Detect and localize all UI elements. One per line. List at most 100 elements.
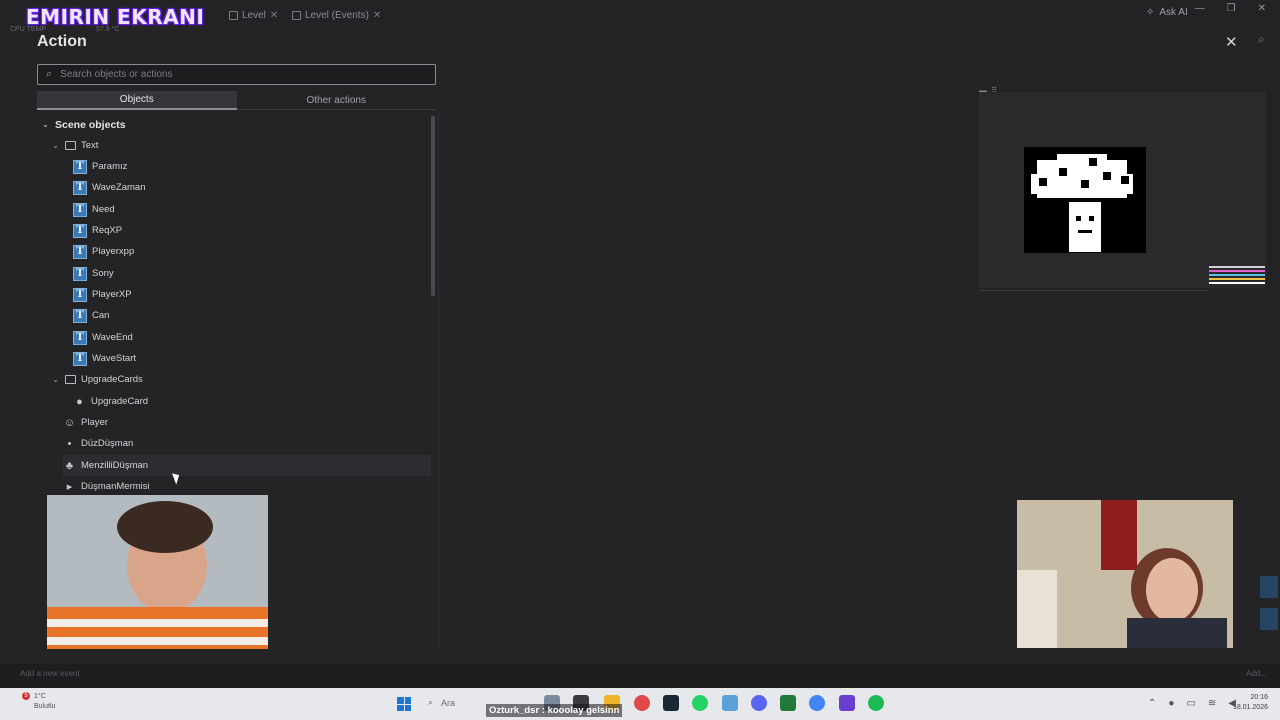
tab-objects[interactable]: Objects: [37, 91, 237, 110]
maximize-icon[interactable]: ❐: [1227, 3, 1236, 14]
tree-item[interactable]: ▸ DüşmanMermisi: [63, 476, 431, 497]
tree-root-scene-objects[interactable]: ⌄ Scene objects: [41, 114, 431, 135]
tree-item-label: Playerxpp: [92, 246, 135, 257]
app-icon[interactable]: [634, 695, 650, 711]
tab-other-actions[interactable]: Other actions: [236, 91, 436, 110]
microphone-icon[interactable]: ●: [1168, 698, 1174, 709]
tree-item-label: WaveZaman: [92, 182, 146, 193]
minimize-icon[interactable]: —: [1195, 3, 1205, 14]
window-controls: — ❐ ✕: [1195, 3, 1266, 14]
chrome-icon[interactable]: [809, 695, 825, 711]
add-hint[interactable]: Add...: [1246, 669, 1267, 678]
app-icon[interactable]: [722, 695, 738, 711]
tree-item[interactable]: ● UpgradeCard: [73, 391, 431, 412]
app-icon[interactable]: [780, 695, 796, 711]
add-event-hint[interactable]: Add a new event: [20, 669, 80, 678]
search-icon[interactable]: ⌕: [1258, 32, 1265, 47]
scene-icon: [229, 10, 238, 20]
sprite-preview: [1024, 147, 1146, 253]
sprite-object-icon: ●: [76, 395, 83, 408]
tree-item[interactable]: • DüzDüşman: [63, 433, 431, 454]
tree-item-label: Sony: [92, 268, 114, 279]
weather-widget[interactable]: 5 1°C Bulutlu: [22, 692, 55, 712]
taskbar-search-label: Ara: [441, 697, 456, 708]
tree-item[interactable]: T Sony: [73, 263, 431, 284]
text-object-icon: T: [73, 308, 87, 323]
windows-start-icon[interactable]: [397, 697, 411, 711]
text-object-icon: T: [73, 223, 87, 238]
search-field[interactable]: ⌕: [37, 64, 436, 85]
wifi-icon[interactable]: ≋: [1208, 698, 1216, 709]
folder-label: Text: [81, 140, 99, 151]
spotify-icon[interactable]: [868, 695, 884, 711]
folder-icon: [65, 141, 76, 150]
tree-item[interactable]: T Can: [73, 305, 431, 326]
webcam-right-image: [1017, 500, 1233, 648]
tree-item[interactable]: T Playerxpp: [73, 241, 431, 262]
tree-item-label: Need: [92, 204, 115, 215]
tree-folder-upgradecards[interactable]: ⌄ UpgradeCards: [51, 369, 431, 390]
text-object-icon: T: [73, 244, 87, 259]
tree-item[interactable]: ☺ Player: [63, 412, 431, 433]
text-object-icon: T: [73, 351, 87, 366]
taskbar-clock[interactable]: 20:16 18.01.2026: [1228, 693, 1268, 713]
gdevelop-icon[interactable]: [839, 695, 855, 711]
chevron-down-icon[interactable]: ⌄: [41, 120, 50, 129]
tree-item[interactable]: ♣ MenzilliDüşman: [63, 455, 431, 476]
object-preview-panel: [979, 92, 1266, 288]
tree-item-label: Can: [92, 310, 110, 321]
whatsapp-icon[interactable]: [692, 695, 708, 711]
chevron-down-icon[interactable]: ⌄: [51, 141, 60, 150]
tree-root-label: Scene objects: [55, 118, 126, 131]
weather-desc: Bulutlu: [34, 703, 56, 710]
sprite-object-icon: ☺: [63, 416, 76, 429]
tree-item[interactable]: T ReqXP: [73, 220, 431, 241]
tree-item[interactable]: T PlayerXP: [73, 284, 431, 305]
clock-date: 18.01.2026: [1232, 704, 1268, 711]
tree-folder-text[interactable]: ⌄ Text: [51, 135, 431, 156]
dialog-title: Action: [37, 33, 87, 50]
text-object-icon: T: [73, 180, 87, 195]
clock-time: 20:16: [1250, 694, 1268, 701]
ask-ai-button[interactable]: ✧ Ask AI: [1146, 7, 1188, 18]
tab-level-label: Level: [242, 9, 266, 21]
close-icon[interactable]: ✕: [270, 10, 278, 21]
steam-icon[interactable]: [663, 695, 679, 711]
tab-level-events[interactable]: Level (Events) ✕: [292, 8, 381, 22]
tab-level[interactable]: Level ✕: [229, 8, 278, 22]
discord-icon[interactable]: [751, 695, 767, 711]
text-object-icon: T: [73, 159, 87, 174]
tree-scrollbar[interactable]: [431, 116, 435, 296]
display-icon[interactable]: ▭: [1186, 698, 1195, 709]
sparkle-icon: ✧: [1146, 7, 1155, 18]
events-icon: [292, 10, 301, 20]
notification-badge: 5: [22, 692, 30, 700]
left-panel-strip: [0, 28, 20, 664]
tab-level-events-label: Level (Events): [305, 9, 369, 21]
chevron-up-icon[interactable]: ⌃: [1148, 698, 1156, 709]
text-object-icon: T: [73, 202, 87, 217]
window-close-icon[interactable]: ✕: [1258, 3, 1266, 14]
chevron-down-icon[interactable]: ⌄: [51, 375, 60, 384]
sprite-object-icon: ♣: [65, 459, 74, 472]
tree-item-label: UpgradeCard: [91, 396, 149, 407]
search-input[interactable]: [60, 69, 421, 80]
taskbar-search[interactable]: ⌕ Ara: [428, 697, 455, 708]
search-icon: ⌕: [46, 68, 53, 80]
tree-item[interactable]: T Paramız: [73, 156, 431, 177]
tree-item[interactable]: T WaveStart: [73, 348, 431, 369]
close-icon[interactable]: ✕: [1225, 33, 1238, 51]
tree-item[interactable]: T Need: [73, 199, 431, 220]
chat-message-banner: Ozturk_dsr : kooolay gelsinn: [486, 704, 623, 717]
close-icon[interactable]: ✕: [373, 10, 381, 21]
tree-item-label: DüzDüşman: [81, 438, 134, 449]
tree-item[interactable]: T WaveEnd: [73, 327, 431, 348]
tree-item-label: WaveStart: [92, 353, 136, 364]
tree-item-label: Paramız: [92, 161, 128, 172]
tree-item[interactable]: T WaveZaman: [73, 177, 431, 198]
search-icon: ⌕: [428, 697, 434, 707]
tree-item-label: DüşmanMermisi: [81, 481, 150, 492]
tree-item-label: MenzilliDüşman: [81, 460, 149, 471]
text-object-icon: T: [73, 266, 87, 281]
sprite-object-icon: •: [67, 437, 72, 450]
